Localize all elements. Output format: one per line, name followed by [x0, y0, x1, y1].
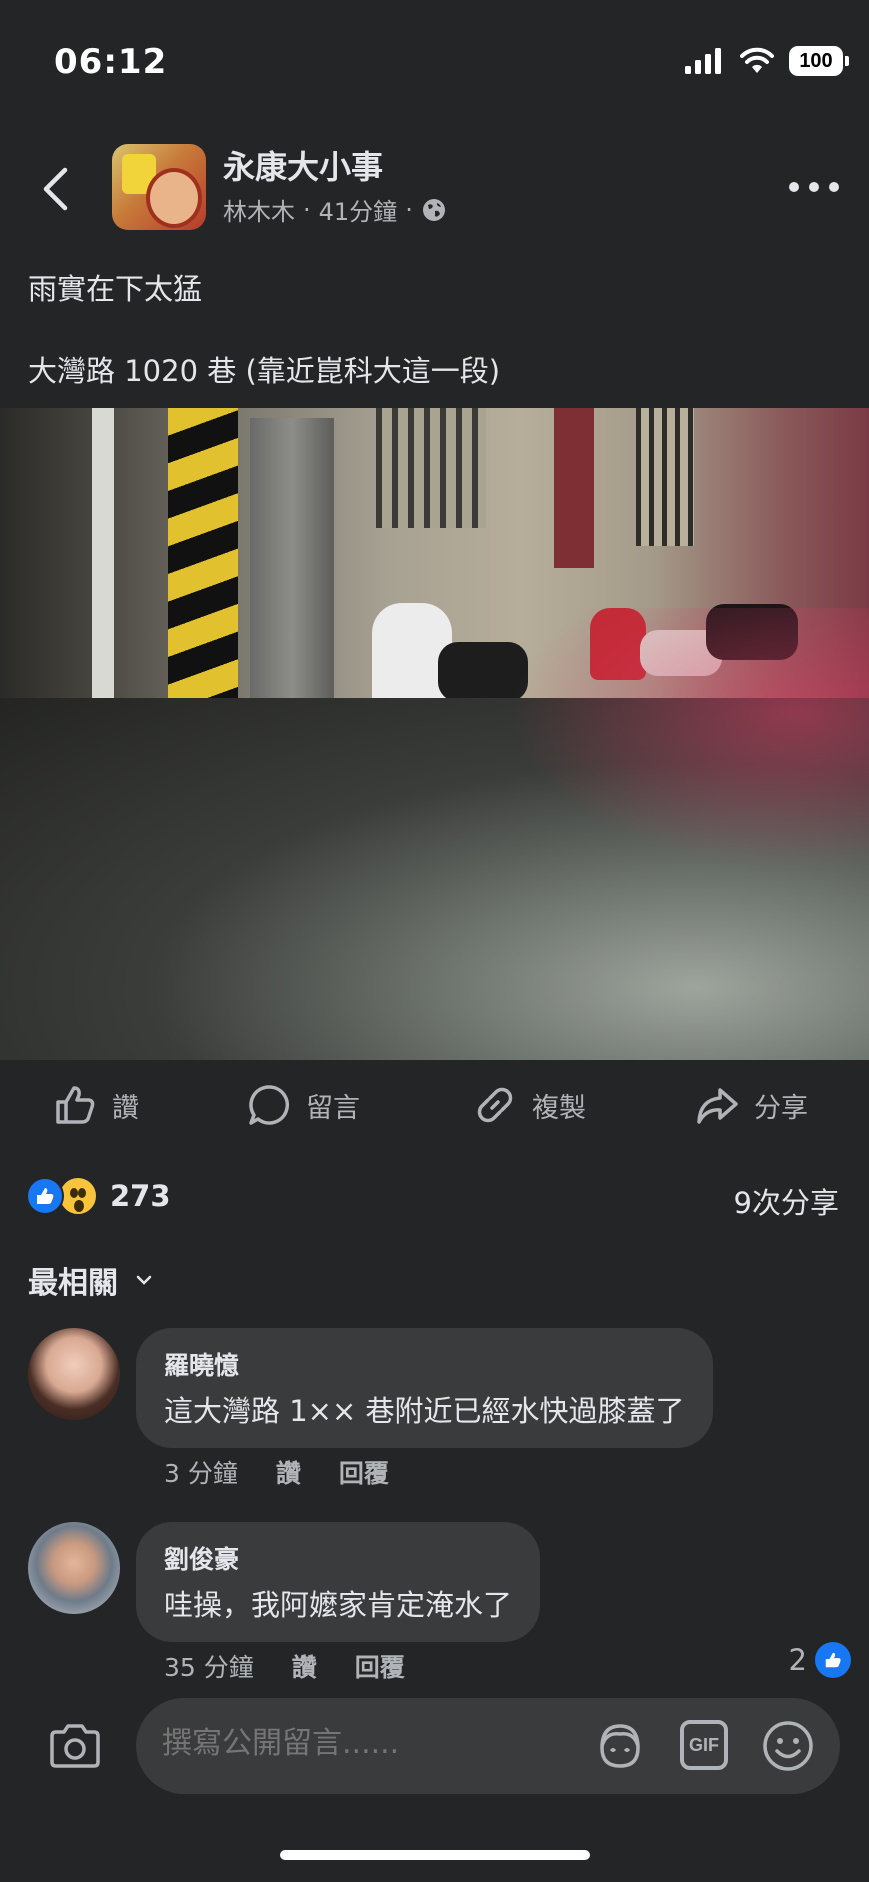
post-text-line-1: 雨實在下太猛	[28, 272, 203, 306]
wow-reaction-icon	[58, 1176, 98, 1216]
author-name[interactable]: 林木木	[223, 192, 295, 227]
share-icon	[697, 1088, 738, 1124]
commenter-avatar[interactable]	[28, 1328, 120, 1420]
photo-red-light	[509, 608, 869, 868]
comment-bubble[interactable]: 劉俊豪 哇操，我阿嬤家肯定淹水了	[136, 1522, 541, 1642]
share-label: 分享	[754, 1092, 808, 1124]
like-reaction-icon	[26, 1177, 64, 1215]
comment-input[interactable]	[162, 1726, 582, 1761]
photo-window	[636, 408, 694, 546]
back-button[interactable]	[30, 162, 80, 216]
comment-composer: GIF	[0, 1690, 869, 1800]
chevron-left-icon	[43, 167, 68, 211]
like-label: 讚	[112, 1092, 139, 1124]
like-reaction-icon	[815, 1642, 851, 1678]
comment-text: 哇操，我阿嬤家肯定淹水了	[164, 1588, 513, 1622]
post-meta: 林木木 · 41分鐘 ·	[223, 192, 447, 227]
avatar-sticker-icon[interactable]	[592, 1718, 648, 1774]
comment-text: 這大灣路 1×× 巷附近已經水快過膝蓋了	[164, 1394, 685, 1428]
comment-icon	[249, 1085, 290, 1125]
comment-actions: 3 分鐘 讚 回覆	[164, 1454, 389, 1490]
more-dot	[829, 182, 839, 192]
comment-author[interactable]: 劉俊豪	[164, 1540, 512, 1576]
like-button[interactable]: 讚	[52, 1082, 139, 1128]
home-indicator[interactable]	[280, 1850, 590, 1860]
signal-icon	[685, 48, 721, 74]
status-time: 06:12	[54, 42, 168, 82]
globe-icon	[422, 198, 445, 221]
like-icon	[56, 1086, 95, 1124]
comment-button[interactable]: 留言	[246, 1082, 360, 1128]
comment-like-button[interactable]: 讚	[292, 1648, 317, 1684]
post-header: 永康大小事 林木木 · 41分鐘 ·	[0, 138, 869, 238]
comment-sort-dropdown[interactable]: 最相關	[28, 1258, 152, 1302]
share-button[interactable]: 分享	[694, 1082, 808, 1128]
camera-icon[interactable]	[46, 1718, 104, 1776]
battery-indicator: 100	[789, 46, 849, 76]
photo-red-panel	[554, 408, 594, 568]
comment-time: 3 分鐘	[164, 1459, 238, 1488]
avatar-face	[146, 168, 202, 228]
photo-metal-door	[250, 418, 334, 708]
link-icon	[477, 1087, 513, 1123]
share-count[interactable]: 9次分享	[734, 1180, 839, 1222]
meta-separator: ·	[303, 195, 311, 224]
comment-like-button[interactable]: 讚	[276, 1454, 301, 1490]
group-name[interactable]: 永康大小事	[223, 142, 383, 188]
photo-striped-pole	[168, 408, 238, 728]
chevron-down-icon	[136, 1275, 152, 1285]
wifi-icon	[740, 47, 774, 73]
comment-bubble[interactable]: 羅曉憶 這大灣路 1×× 巷附近已經水快過膝蓋了	[136, 1328, 713, 1448]
sort-label: 最相關	[28, 1266, 118, 1301]
post-photo[interactable]	[0, 408, 869, 1060]
photo-pipe	[92, 408, 114, 728]
status-icons: 100	[685, 46, 849, 76]
more-options-button[interactable]	[789, 172, 839, 202]
more-dot	[809, 182, 819, 192]
emoji-icon[interactable]	[760, 1718, 816, 1774]
copy-link-button[interactable]: 複製	[472, 1082, 586, 1128]
more-dot	[789, 182, 799, 192]
reactions-summary[interactable]: 273	[26, 1176, 171, 1216]
photo-window	[376, 408, 486, 528]
comment-time: 35 分鐘	[164, 1653, 254, 1682]
post-time[interactable]: 41分鐘	[319, 192, 398, 227]
status-bar: 06:12 100	[0, 0, 869, 120]
comment-like-number: 2	[788, 1643, 807, 1677]
comment-author[interactable]: 羅曉憶	[164, 1346, 685, 1382]
commenter-avatar[interactable]	[28, 1522, 120, 1614]
group-avatar[interactable]	[112, 144, 206, 230]
post-text-line-2: 大灣路 1020 巷 (靠近崑科大這一段)	[28, 354, 501, 388]
comment-actions: 35 分鐘 讚 回覆	[164, 1648, 405, 1684]
post-action-bar: 讚 留言 複製 分享	[0, 1068, 869, 1148]
reaction-count: 273	[110, 1179, 171, 1213]
comment-reply-button[interactable]: 回覆	[355, 1648, 405, 1684]
comment-like-count[interactable]: 2	[789, 1642, 851, 1678]
gif-button[interactable]: GIF	[680, 1720, 728, 1770]
meta-separator: ·	[405, 195, 413, 224]
copy-label: 複製	[532, 1092, 586, 1124]
comment-reply-button[interactable]: 回覆	[339, 1454, 389, 1490]
comment-label: 留言	[306, 1092, 360, 1124]
